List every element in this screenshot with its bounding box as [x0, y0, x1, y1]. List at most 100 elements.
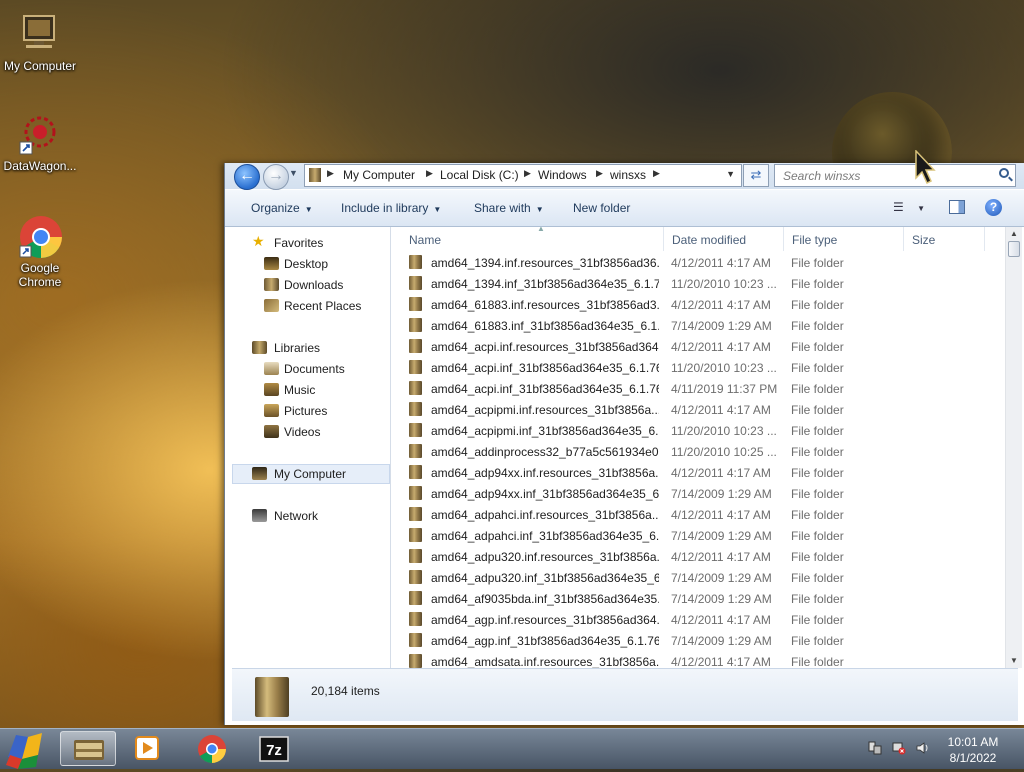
nav-documents[interactable]: Documents [232, 359, 390, 379]
address-dropdown-icon[interactable]: ▼ [726, 169, 735, 179]
forward-button[interactable]: → [263, 164, 289, 190]
nav-pictures[interactable]: Pictures [232, 401, 390, 421]
chevron-right-icon[interactable]: ▶ [653, 168, 660, 179]
taskbar-explorer-button[interactable] [60, 731, 116, 766]
chevron-right-icon[interactable]: ▶ [327, 168, 334, 179]
include-in-library-button[interactable]: Include in library ▼ [341, 201, 441, 215]
search-input[interactable] [781, 165, 995, 186]
file-row[interactable]: amd64_amdsata.inf.resources_31bf3856a...… [401, 651, 1001, 668]
file-row[interactable]: amd64_adpu320.inf_31bf3856ad364e35_6....… [401, 567, 1001, 588]
explorer-window: ← → ▼ ▶ My Computer ▶ Local Disk (C:) ▶ … [224, 163, 1024, 725]
file-date-modified: 4/12/2011 4:17 AM [671, 655, 771, 668]
share-with-button[interactable]: Share with ▼ [474, 201, 544, 215]
network-icon [252, 509, 267, 522]
nav-desktop[interactable]: Desktop [232, 254, 390, 274]
start-button[interactable] [2, 729, 54, 769]
file-name: amd64_amdsata.inf.resources_31bf3856a... [431, 655, 659, 668]
file-row[interactable]: amd64_61883.inf.resources_31bf3856ad3...… [401, 294, 1001, 315]
file-type: File folder [791, 256, 844, 270]
file-row[interactable]: amd64_adpu320.inf.resources_31bf3856a...… [401, 546, 1001, 567]
svg-text:7z: 7z [266, 742, 282, 759]
include-in-library-label: Include in library [341, 201, 429, 215]
scroll-up-icon[interactable]: ▲ [1006, 227, 1022, 241]
file-row[interactable]: amd64_adpahci.inf_31bf3856ad364e35_6....… [401, 525, 1001, 546]
preview-pane-button[interactable] [949, 200, 965, 214]
file-row[interactable]: amd64_agp.inf_31bf3856ad364e35_6.1.76...… [401, 630, 1001, 651]
scroll-down-icon[interactable]: ▼ [1006, 654, 1022, 668]
taskbar-media-player-button[interactable] [120, 731, 176, 766]
chevron-right-icon[interactable]: ▶ [426, 168, 433, 179]
file-row[interactable]: amd64_adp94xx.inf_31bf3856ad364e35_6....… [401, 483, 1001, 504]
nav-downloads[interactable]: Downloads [232, 275, 390, 295]
file-row[interactable]: amd64_addinprocess32_b77a5c561934e0... 11… [401, 441, 1001, 462]
file-row[interactable]: amd64_61883.inf_31bf3856ad364e35_6.1....… [401, 315, 1001, 336]
file-row[interactable]: amd64_adp94xx.inf.resources_31bf3856a...… [401, 462, 1001, 483]
file-type: File folder [791, 445, 844, 459]
breadcrumb-winsxs[interactable]: winsxs [610, 168, 646, 182]
chrome-icon [198, 735, 226, 763]
file-name: amd64_agp.inf_31bf3856ad364e35_6.1.76... [431, 634, 659, 648]
file-row[interactable]: amd64_af9035bda.inf_31bf3856ad364e35... 7… [401, 588, 1001, 609]
nav-videos[interactable]: Videos [232, 422, 390, 442]
folder-icon [255, 677, 289, 717]
recent-pages-dropdown[interactable]: ▼ [289, 168, 301, 184]
nav-network[interactable]: Network [232, 506, 390, 526]
breadcrumb-local-disk[interactable]: Local Disk (C:) [440, 168, 519, 182]
file-row[interactable]: amd64_acpipmi.inf.resources_31bf3856a...… [401, 399, 1001, 420]
search-icon[interactable] [999, 168, 1009, 178]
file-row[interactable]: amd64_adpahci.inf.resources_31bf3856a...… [401, 504, 1001, 525]
column-header-date-modified[interactable]: Date modified [664, 227, 784, 251]
address-bar[interactable]: ▶ My Computer ▶ Local Disk (C:) ▶ Window… [304, 164, 742, 187]
column-header-type[interactable]: File type [784, 227, 904, 251]
back-button[interactable]: ← [234, 164, 260, 190]
desktop-icon-datawagon[interactable]: DataWagon... [0, 112, 80, 173]
folder-icon [409, 297, 422, 311]
file-row[interactable]: amd64_agp.inf.resources_31bf3856ad364...… [401, 609, 1001, 630]
chevron-down-icon: ▼ [304, 205, 313, 214]
breadcrumb-windows[interactable]: Windows [538, 168, 587, 182]
file-type: File folder [791, 424, 844, 438]
chevron-right-icon[interactable]: ▶ [596, 168, 603, 179]
file-date-modified: 7/14/2009 1:29 AM [671, 319, 772, 333]
nav-my-computer[interactable]: My Computer [232, 464, 390, 484]
taskbar-chrome-button[interactable] [184, 731, 240, 766]
file-date-modified: 4/12/2011 4:17 AM [671, 550, 771, 564]
organize-button[interactable]: Organize ▼ [251, 201, 313, 215]
chevron-down-icon: ▼ [535, 205, 544, 214]
desktop-icon-google-chrome[interactable]: Google Chrome [0, 214, 80, 289]
new-folder-button[interactable]: New folder [573, 201, 630, 215]
file-row[interactable]: amd64_1394.inf.resources_31bf3856ad36...… [401, 252, 1001, 273]
desktop-icon-my-computer[interactable]: My Computer [0, 12, 80, 73]
file-date-modified: 11/20/2010 10:23 ... [671, 361, 777, 375]
column-label: Name [409, 233, 442, 247]
action-center-icon[interactable] [868, 741, 882, 755]
file-row[interactable]: amd64_1394.inf_31bf3856ad364e35_6.1.7...… [401, 273, 1001, 294]
file-row[interactable]: amd64_acpi.inf_31bf3856ad364e35_6.1.76..… [401, 378, 1001, 399]
nav-label: Downloads [284, 278, 344, 292]
file-name: amd64_adpu320.inf.resources_31bf3856a... [431, 550, 659, 564]
file-row[interactable]: amd64_acpipmi.inf_31bf3856ad364e35_6....… [401, 420, 1001, 441]
scroll-thumb[interactable] [1008, 241, 1020, 257]
nav-favorites[interactable]: ★ Favorites [232, 233, 390, 253]
file-name: amd64_adpahci.inf_31bf3856ad364e35_6.... [431, 529, 659, 543]
music-icon [264, 383, 279, 396]
change-view-button[interactable]: ☰ ▼ [893, 200, 933, 216]
file-row[interactable]: amd64_acpi.inf_31bf3856ad364e35_6.1.76..… [401, 357, 1001, 378]
chevron-right-icon[interactable]: ▶ [524, 168, 531, 179]
nav-recent-places[interactable]: Recent Places [232, 296, 390, 316]
vertical-scrollbar[interactable]: ▲ ▼ [1005, 227, 1022, 668]
taskbar-7zip-button[interactable]: 7z [246, 731, 302, 766]
file-name: amd64_addinprocess32_b77a5c561934e0... [431, 445, 659, 459]
volume-icon[interactable] [916, 741, 930, 755]
network-disconnected-icon[interactable] [892, 741, 906, 755]
column-header-size[interactable]: Size [904, 227, 985, 251]
help-button[interactable]: ? [985, 199, 1002, 216]
file-row[interactable]: amd64_acpi.inf.resources_31bf3856ad364..… [401, 336, 1001, 357]
nav-libraries[interactable]: Libraries [232, 338, 390, 358]
breadcrumb-my-computer[interactable]: My Computer [343, 168, 415, 182]
clock[interactable]: 10:01 AM 8/1/2022 [935, 734, 1011, 766]
file-date-modified: 4/12/2011 4:17 AM [671, 466, 771, 480]
refresh-button[interactable]: ⇄ [743, 164, 769, 187]
nav-music[interactable]: Music [232, 380, 390, 400]
column-header-name[interactable]: Name ▲ [401, 227, 664, 251]
